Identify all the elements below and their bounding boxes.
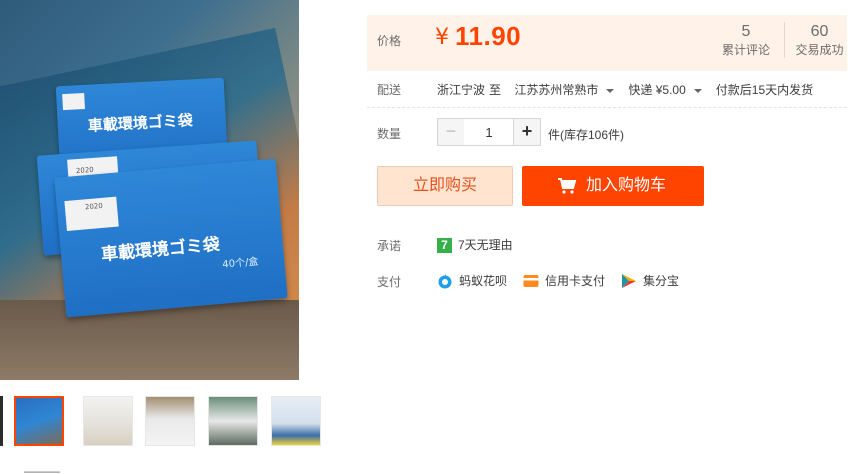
box-title: 車載環境ゴミ袋 <box>87 111 194 135</box>
sales-label: 交易成功 <box>795 43 844 57</box>
thumbnail-strip <box>0 394 321 450</box>
payment-method-text: 信用卡支付 <box>545 274 606 288</box>
promise-label: 承诺 <box>377 239 402 253</box>
reviews-count: 5 <box>741 23 751 40</box>
add-to-cart-button[interactable]: 加入购物车 <box>522 166 704 206</box>
reviews-stat[interactable]: 5 累计评论 <box>715 22 777 58</box>
box-year: 2020 <box>84 201 104 212</box>
delivery-to-word: 至 <box>489 83 502 97</box>
box-title: 車載環境ゴミ袋 <box>100 234 221 266</box>
destination-selector[interactable]: 江苏苏州常熟市 <box>514 83 624 97</box>
thumbnail-4[interactable] <box>208 396 258 446</box>
ship-note: 付款后15天内发货 <box>715 83 814 97</box>
payment-method-text: 蚂蚁花呗 <box>459 274 508 288</box>
sales-stat: 60 交易成功 <box>784 22 854 58</box>
thumbnail-image <box>84 397 132 445</box>
credit-card-icon <box>523 274 539 287</box>
thumbnail-image <box>146 397 194 445</box>
shipping-value: 快递 ¥5.00 <box>628 83 686 97</box>
chevron-down-icon <box>606 88 615 93</box>
delivery-row: 浙江宁波至 江苏苏州常熟市 快递 ¥5.00 付款后15天内发货 <box>437 81 817 98</box>
buy-now-button[interactable]: 立即购买 <box>377 166 513 206</box>
thumbnail-image <box>16 398 62 444</box>
shipping-selector[interactable]: 快递 ¥5.00 <box>628 83 711 97</box>
thumbnail-strip-edge <box>0 396 3 446</box>
quantity-input[interactable] <box>464 118 514 146</box>
delivery-from: 浙江宁波 <box>437 83 486 97</box>
main-product-image[interactable]: 車載環境ゴミ袋 2020 車載環境ゴミ袋 2020 車載環境ゴミ袋 40个/盒 <box>0 0 299 380</box>
shopping-cart-icon <box>558 178 576 194</box>
payment-jifenbao[interactable]: 集分宝 <box>621 272 679 289</box>
box-count: 40个/盒 <box>221 256 259 271</box>
thumbnail-image <box>209 397 257 445</box>
payment-credit-card[interactable]: 信用卡支付 <box>523 272 605 289</box>
currency-symbol: ¥ <box>435 25 449 50</box>
box-label <box>62 92 85 111</box>
seven-day-return-icon: 7 <box>437 238 452 254</box>
product-box-front: 2020 車載環境ゴミ袋 40个/盒 <box>54 158 288 318</box>
thumbnail-2[interactable] <box>83 396 133 446</box>
payment-method-text: 集分宝 <box>643 274 680 288</box>
price-label: 价格 <box>377 34 402 48</box>
add-to-cart-label: 加入购物车 <box>586 177 667 194</box>
stock-info: 件(库存106件) <box>548 128 625 142</box>
promise-item[interactable]: 7 7天无理由 <box>437 236 513 254</box>
chevron-down-icon <box>693 88 702 93</box>
reviews-label: 累计评论 <box>721 43 770 57</box>
cut-off-text: ——— <box>24 466 60 474</box>
thumbnail-5[interactable] <box>271 396 321 446</box>
decrease-button[interactable]: − <box>437 118 465 146</box>
quantity-label: 数量 <box>377 127 402 141</box>
payment-huabei[interactable]: 蚂蚁花呗 <box>437 272 507 289</box>
sales-count: 60 <box>810 23 829 40</box>
jifenbao-icon <box>622 273 636 288</box>
increase-button[interactable]: + <box>513 118 541 146</box>
promise-text: 7天无理由 <box>458 238 513 252</box>
destination-value: 江苏苏州常熟市 <box>514 83 599 97</box>
payment-label: 支付 <box>377 275 402 289</box>
price-value: 11.90 <box>455 21 522 51</box>
divider <box>367 107 847 108</box>
thumbnail-3[interactable] <box>145 396 195 446</box>
thumbnail-image <box>272 397 320 445</box>
huabei-icon <box>438 273 452 288</box>
box-label: 2020 <box>64 196 119 232</box>
quantity-stepper: − + <box>437 118 541 146</box>
background-floor <box>0 300 299 380</box>
price-panel: 价格 ¥ 11.90 5 累计评论 60 交易成功 <box>367 15 847 71</box>
thumbnail-1[interactable] <box>14 396 64 446</box>
delivery-label: 配送 <box>377 83 402 97</box>
